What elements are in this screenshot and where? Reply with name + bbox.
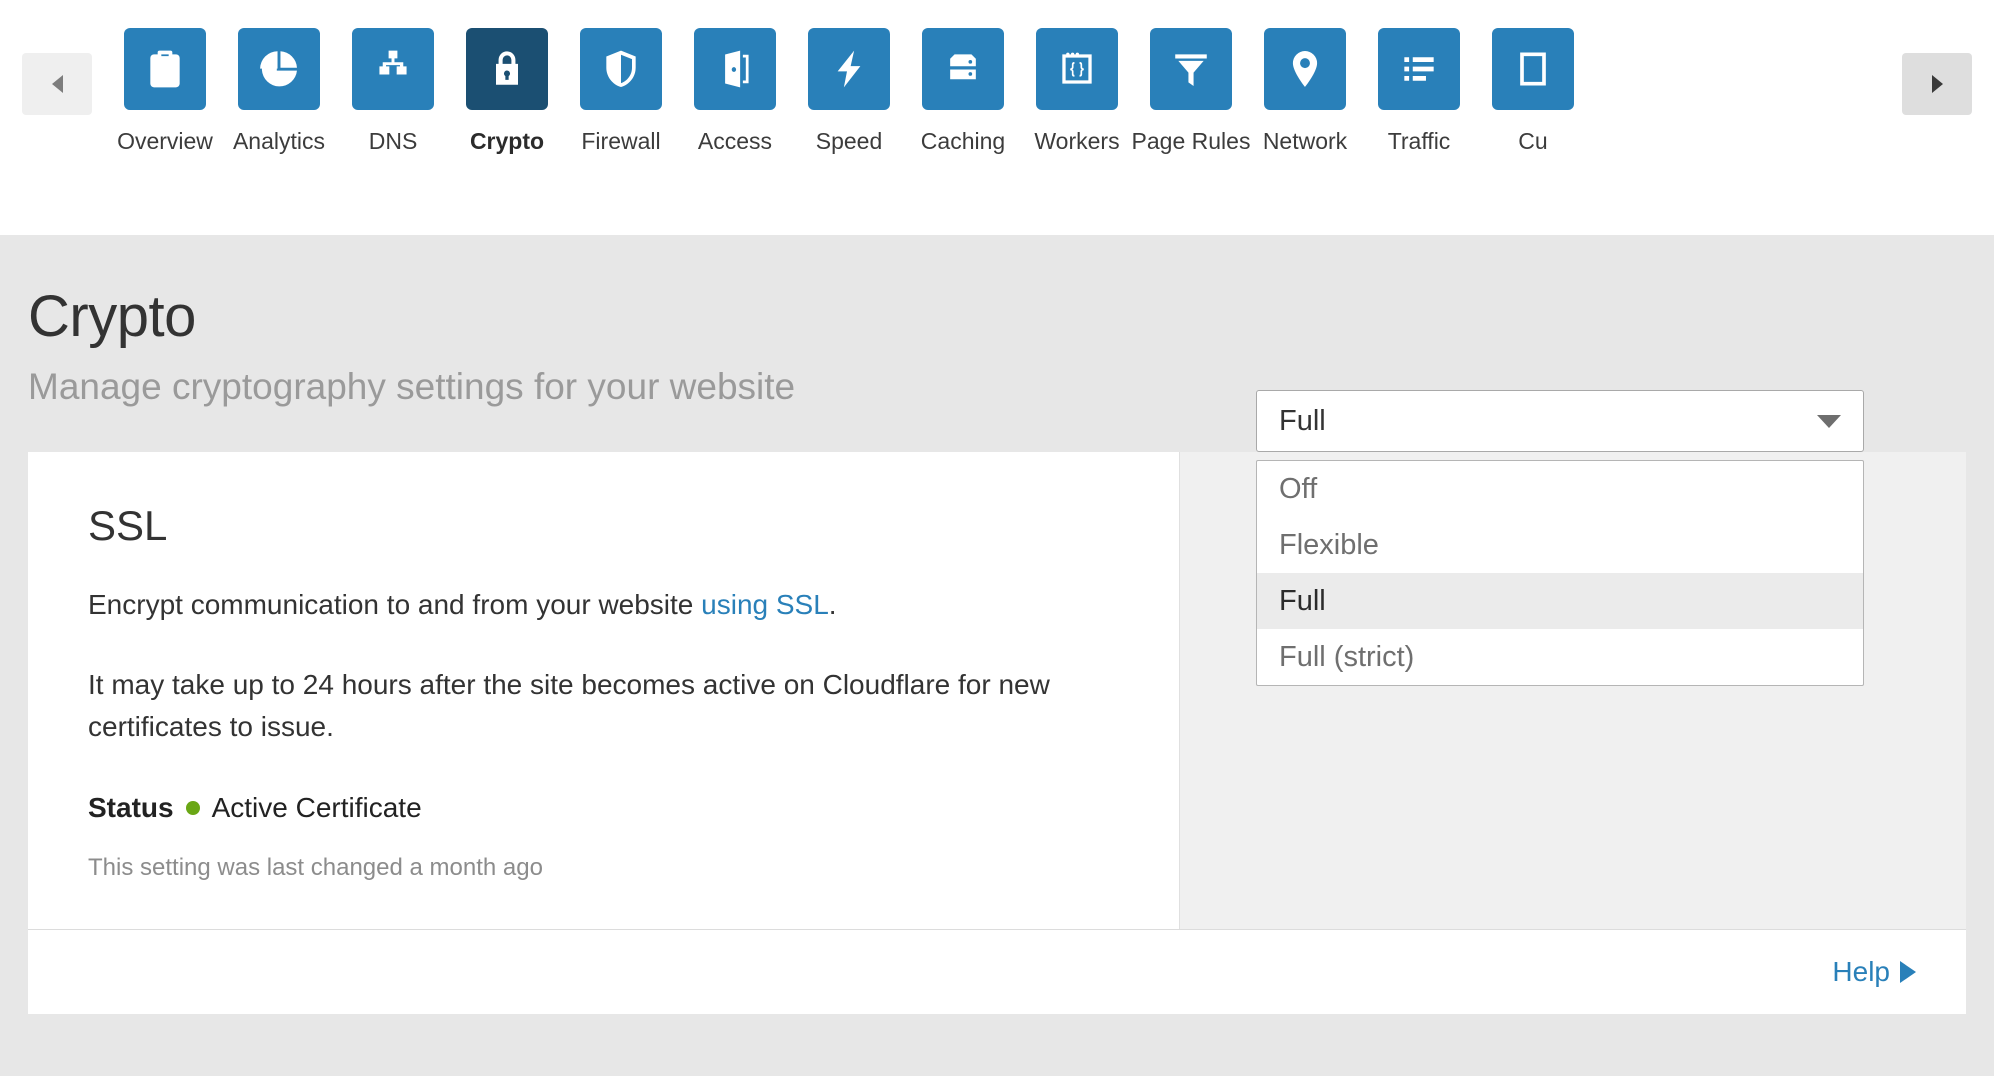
status-indicator-dot [185, 801, 200, 815]
funnel-icon [1150, 28, 1232, 110]
nav-item-page-rules[interactable]: Page Rules [1131, 28, 1251, 156]
ssl-mode-option-label: Flexible [1279, 528, 1379, 561]
ssl-status-row: Status Active Certificate [88, 792, 1119, 824]
ssl-mode-option-label: Off [1279, 472, 1318, 505]
help-link[interactable]: Help [1832, 956, 1916, 988]
nav-item-label: Overview [117, 128, 213, 154]
ssl-mode-select[interactable]: Full [1256, 390, 1864, 452]
ssl-description-suffix: . [828, 589, 837, 620]
using-ssl-link[interactable]: using SSL [701, 589, 829, 620]
ssl-card-heading: SSL [88, 502, 168, 549]
ssl-mode-option[interactable]: Off [1257, 461, 1863, 517]
sitemap-icon [352, 28, 434, 110]
ssl-mode-option[interactable]: Flexible [1257, 517, 1863, 573]
last-changed-text: This setting was last changed a month ag… [88, 854, 543, 881]
nav-item-label: Caching [920, 128, 1006, 154]
nav-item-list: Overview Analytics DNS Crypto Firewall Access… [100, 28, 1994, 156]
nav-item-label: Speed [815, 128, 883, 154]
chevron-down-icon [1817, 414, 1841, 428]
server-icon [922, 28, 1004, 110]
nav-item-label: Access [697, 128, 773, 154]
nav-item-overview[interactable]: Overview [108, 28, 222, 156]
nav-scroll-strip: Overview Analytics DNS Crypto Firewall Access… [0, 0, 1994, 235]
list-icon [1378, 28, 1460, 110]
map-pin-icon [1264, 28, 1346, 110]
clipboard-icon [124, 28, 206, 110]
status-label: Status [88, 792, 174, 823]
nav-item-label: Crypto [469, 128, 545, 154]
nav-item-access[interactable]: Access [678, 28, 792, 156]
ssl-card-main: SSL Encrypt communication to and from yo… [28, 452, 1180, 929]
nav-item-label: Page Rules [1131, 128, 1251, 154]
chevron-right-icon [1900, 961, 1916, 983]
ssl-note: It may take up to 24 hours after the sit… [88, 669, 1050, 742]
ssl-mode-option-list: Off Flexible Full Full (strict) [1256, 460, 1864, 686]
nav-item-cu[interactable]: Cu [1476, 28, 1590, 156]
nav-scroll-left-button[interactable] [22, 53, 92, 115]
ssl-description: Encrypt communication to and from your w… [88, 584, 1119, 626]
pie-chart-icon [238, 28, 320, 110]
chevron-right-icon [1931, 75, 1943, 93]
shield-icon [580, 28, 662, 110]
nav-item-label: DNS [368, 128, 418, 154]
nav-item-caching[interactable]: Caching [906, 28, 1020, 156]
app-nav-bar: Overview Analytics DNS Crypto Firewall Access… [0, 0, 1994, 235]
nav-item-firewall[interactable]: Firewall [564, 28, 678, 156]
ssl-description-prefix: Encrypt communication to and from your w… [88, 589, 702, 620]
lock-icon [466, 28, 548, 110]
nav-item-dns[interactable]: DNS [336, 28, 450, 156]
nav-item-network[interactable]: Network [1248, 28, 1362, 156]
ssl-mode-option[interactable]: Full (strict) [1257, 629, 1863, 685]
nav-item-workers[interactable]: Workers [1020, 28, 1134, 156]
nav-item-label: Firewall [581, 128, 661, 154]
open-door-icon [694, 28, 776, 110]
ssl-mode-option-label: Full (strict) [1279, 640, 1415, 673]
nav-item-label: Cu [1518, 128, 1548, 154]
ssl-mode-option-label: Full [1279, 584, 1326, 617]
ssl-mode-option[interactable]: Full [1257, 573, 1863, 629]
nav-item-label: Network [1262, 128, 1348, 154]
nav-item-crypto[interactable]: Crypto [450, 28, 564, 156]
page-title: Crypto [28, 284, 196, 349]
nav-item-traffic[interactable]: Traffic [1362, 28, 1476, 156]
ssl-mode-select-wrapper: Full Off Flexible Full Full (strict) [1256, 390, 1864, 686]
nav-scroll-right-button[interactable] [1902, 53, 1972, 115]
nav-item-label: Traffic [1387, 128, 1451, 154]
nav-item-speed[interactable]: Speed [792, 28, 906, 156]
page-body: Crypto Manage cryptography settings for … [0, 235, 1994, 1076]
chevron-left-icon [51, 75, 63, 93]
ssl-mode-select-value: Full [1279, 404, 1326, 437]
custom-pages-icon [1492, 28, 1574, 110]
nav-item-label: Analytics [232, 128, 326, 154]
ssl-card-footer: Help [28, 929, 1966, 1014]
help-link-label: Help [1832, 956, 1890, 987]
lightning-icon [808, 28, 890, 110]
nav-item-label: Workers [1034, 128, 1120, 154]
status-value: Active Certificate [211, 792, 422, 823]
nav-item-analytics[interactable]: Analytics [222, 28, 336, 156]
code-braces-icon [1036, 28, 1118, 110]
